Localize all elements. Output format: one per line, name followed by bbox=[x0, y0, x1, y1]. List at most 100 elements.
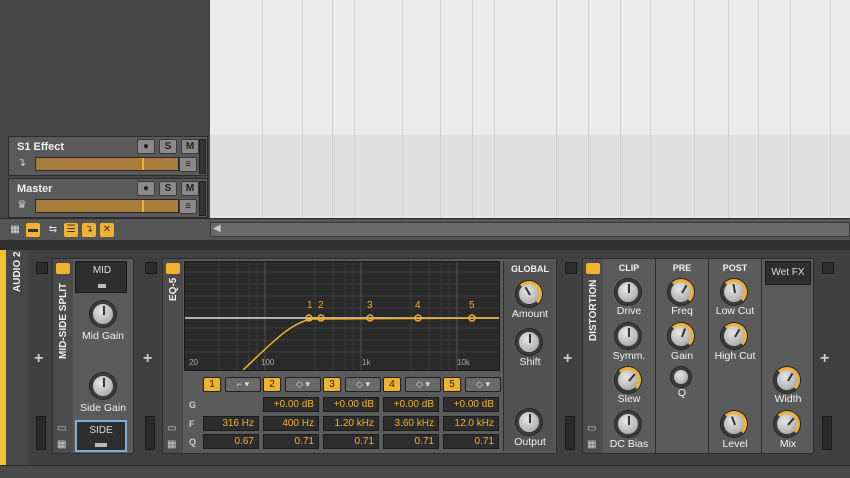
band-3-marker: 3 bbox=[367, 300, 373, 311]
grid-icon[interactable]: ▦ bbox=[587, 439, 596, 450]
side-gain-knob[interactable] bbox=[90, 373, 116, 399]
output-knob[interactable] bbox=[516, 409, 542, 435]
amount-knob[interactable] bbox=[516, 281, 542, 307]
menu-icon[interactable]: ≡ bbox=[179, 157, 197, 172]
close-icon[interactable]: ✕ bbox=[100, 223, 114, 237]
folder-icon[interactable]: ▭ bbox=[167, 423, 176, 434]
record-arm-button[interactable]: ● bbox=[137, 139, 155, 154]
freq-row-label: F bbox=[189, 419, 195, 429]
eq-graph[interactable]: 1 2 3 4 5 20 100 1k 10k bbox=[184, 261, 500, 371]
wet-fx-slot[interactable]: Wet FX bbox=[765, 261, 811, 285]
band-4-q[interactable]: 0.71 bbox=[383, 434, 439, 449]
mid-gain-knob[interactable] bbox=[90, 301, 116, 327]
band-1-marker: 1 bbox=[307, 300, 313, 311]
pre-freq-knob[interactable] bbox=[668, 279, 694, 305]
level-slider[interactable] bbox=[199, 181, 206, 216]
low-cut-knob[interactable] bbox=[721, 279, 747, 305]
band-2-toggle[interactable]: 2 bbox=[263, 377, 281, 392]
band-2-gain[interactable]: +0.00 dB bbox=[263, 397, 319, 412]
level-slider[interactable] bbox=[199, 139, 206, 174]
high-cut-knob[interactable] bbox=[721, 323, 747, 349]
arranger-timeline[interactable] bbox=[210, 0, 850, 218]
power-icon[interactable] bbox=[166, 263, 180, 274]
shift-knob[interactable] bbox=[516, 329, 542, 355]
band-1-freq[interactable]: 316 Hz bbox=[203, 416, 259, 431]
band-5-gain[interactable]: +0.00 dB bbox=[443, 397, 499, 412]
solo-button[interactable]: S bbox=[159, 139, 177, 154]
grid-icon[interactable]: ▦ bbox=[8, 223, 22, 237]
band-3-freq[interactable]: 1.20 kHz bbox=[323, 416, 379, 431]
side-gain-label: Side Gain bbox=[79, 402, 127, 414]
band-3-q[interactable]: 0.71 bbox=[323, 434, 379, 449]
band-4-freq[interactable]: 3.60 kHz bbox=[383, 416, 439, 431]
band-3-gain[interactable]: +0.00 dB bbox=[323, 397, 379, 412]
band-2-shape-select[interactable]: ◇ ▾ bbox=[285, 377, 321, 392]
toggle-square[interactable] bbox=[822, 262, 834, 274]
band-1-toggle[interactable]: 1 bbox=[203, 377, 221, 392]
pre-q-knob[interactable] bbox=[671, 367, 691, 387]
band-1-shape-select[interactable]: ⌐ ▾ bbox=[225, 377, 261, 392]
symm-knob[interactable] bbox=[615, 323, 641, 349]
pre-gain-label: Gain bbox=[670, 350, 694, 362]
pre-section: PRE Freq Gain Q bbox=[655, 259, 707, 453]
mid-chain-slot[interactable]: MID bbox=[75, 261, 127, 293]
band-5-shape-select[interactable]: ◇ ▾ bbox=[465, 377, 501, 392]
record-arm-button[interactable]: ● bbox=[137, 181, 155, 196]
width-knob[interactable] bbox=[774, 367, 800, 393]
add-device-icon[interactable]: + bbox=[563, 350, 572, 368]
return-arrow-icon: ↴ bbox=[17, 157, 27, 169]
list-icon[interactable]: ☰ bbox=[64, 223, 78, 237]
band-2-freq[interactable]: 400 Hz bbox=[263, 416, 319, 431]
drive-knob[interactable] bbox=[615, 279, 641, 305]
band-4-shape-select[interactable]: ◇ ▾ bbox=[405, 377, 441, 392]
lanes-icon[interactable]: ▬ bbox=[26, 223, 40, 237]
level-knob[interactable] bbox=[721, 411, 747, 437]
horizontal-scrollbar[interactable]: ◀ bbox=[210, 222, 850, 237]
device-title: MID-SIDE SPLIT bbox=[58, 282, 69, 359]
add-device-icon[interactable]: + bbox=[820, 350, 829, 368]
post-title: POST bbox=[722, 263, 748, 273]
grid-icon[interactable]: ▦ bbox=[57, 439, 66, 450]
grid-icon[interactable]: ▦ bbox=[167, 439, 176, 450]
solo-button[interactable]: S bbox=[159, 181, 177, 196]
device-header: MID-SIDE SPLIT ▭ ▦ bbox=[53, 259, 73, 453]
track-master[interactable]: Master ● S M ♛ ≡ bbox=[8, 178, 208, 218]
band-5-marker: 5 bbox=[469, 300, 475, 311]
volume-meter[interactable] bbox=[35, 157, 179, 171]
track-name: S1 Effect bbox=[17, 141, 65, 153]
band-2-q[interactable]: 0.71 bbox=[263, 434, 319, 449]
add-device-icon[interactable]: + bbox=[34, 350, 43, 368]
dc-bias-knob[interactable] bbox=[615, 411, 641, 437]
folder-icon[interactable]: ▭ bbox=[587, 423, 596, 434]
band-5-q[interactable]: 0.71 bbox=[443, 434, 499, 449]
folder-icon[interactable]: ▭ bbox=[57, 423, 66, 434]
band-1-q[interactable]: 0.67 bbox=[203, 434, 259, 449]
menu-icon[interactable]: ≡ bbox=[179, 199, 197, 214]
power-icon[interactable] bbox=[56, 263, 70, 274]
toggle-square[interactable] bbox=[565, 262, 577, 274]
mute-button[interactable]: M bbox=[181, 181, 199, 196]
track-s1-effect[interactable]: S1 Effect ● S M ↴ ≡ bbox=[8, 136, 208, 176]
return-icon[interactable]: ↴ bbox=[82, 223, 96, 237]
toggle-square[interactable] bbox=[36, 262, 48, 274]
mix-knob[interactable] bbox=[774, 411, 800, 437]
toggle-square[interactable] bbox=[145, 262, 157, 274]
volume-meter[interactable] bbox=[35, 199, 179, 213]
q-row-label: Q bbox=[189, 437, 197, 447]
slew-knob[interactable] bbox=[615, 367, 641, 393]
mid-label: MID bbox=[92, 265, 112, 276]
add-device-icon[interactable]: + bbox=[143, 350, 152, 368]
band-3-shape-select[interactable]: ◇ ▾ bbox=[345, 377, 381, 392]
band-5-freq[interactable]: 12.0 kHz bbox=[443, 416, 499, 431]
side-chain-slot[interactable]: SIDE bbox=[75, 420, 127, 452]
band-4-toggle[interactable]: 4 bbox=[383, 377, 401, 392]
band-5-toggle[interactable]: 5 bbox=[443, 377, 461, 392]
band-4-gain[interactable]: +0.00 dB bbox=[383, 397, 439, 412]
power-icon[interactable] bbox=[586, 263, 600, 274]
freq-tick: 10k bbox=[457, 358, 470, 367]
clip-section: CLIP Drive Symm. Slew DC Bias bbox=[604, 259, 654, 453]
band-3-toggle[interactable]: 3 bbox=[323, 377, 341, 392]
pre-gain-knob[interactable] bbox=[668, 323, 694, 349]
mute-button[interactable]: M bbox=[181, 139, 199, 154]
swap-icon[interactable]: ⇆ bbox=[46, 223, 60, 237]
